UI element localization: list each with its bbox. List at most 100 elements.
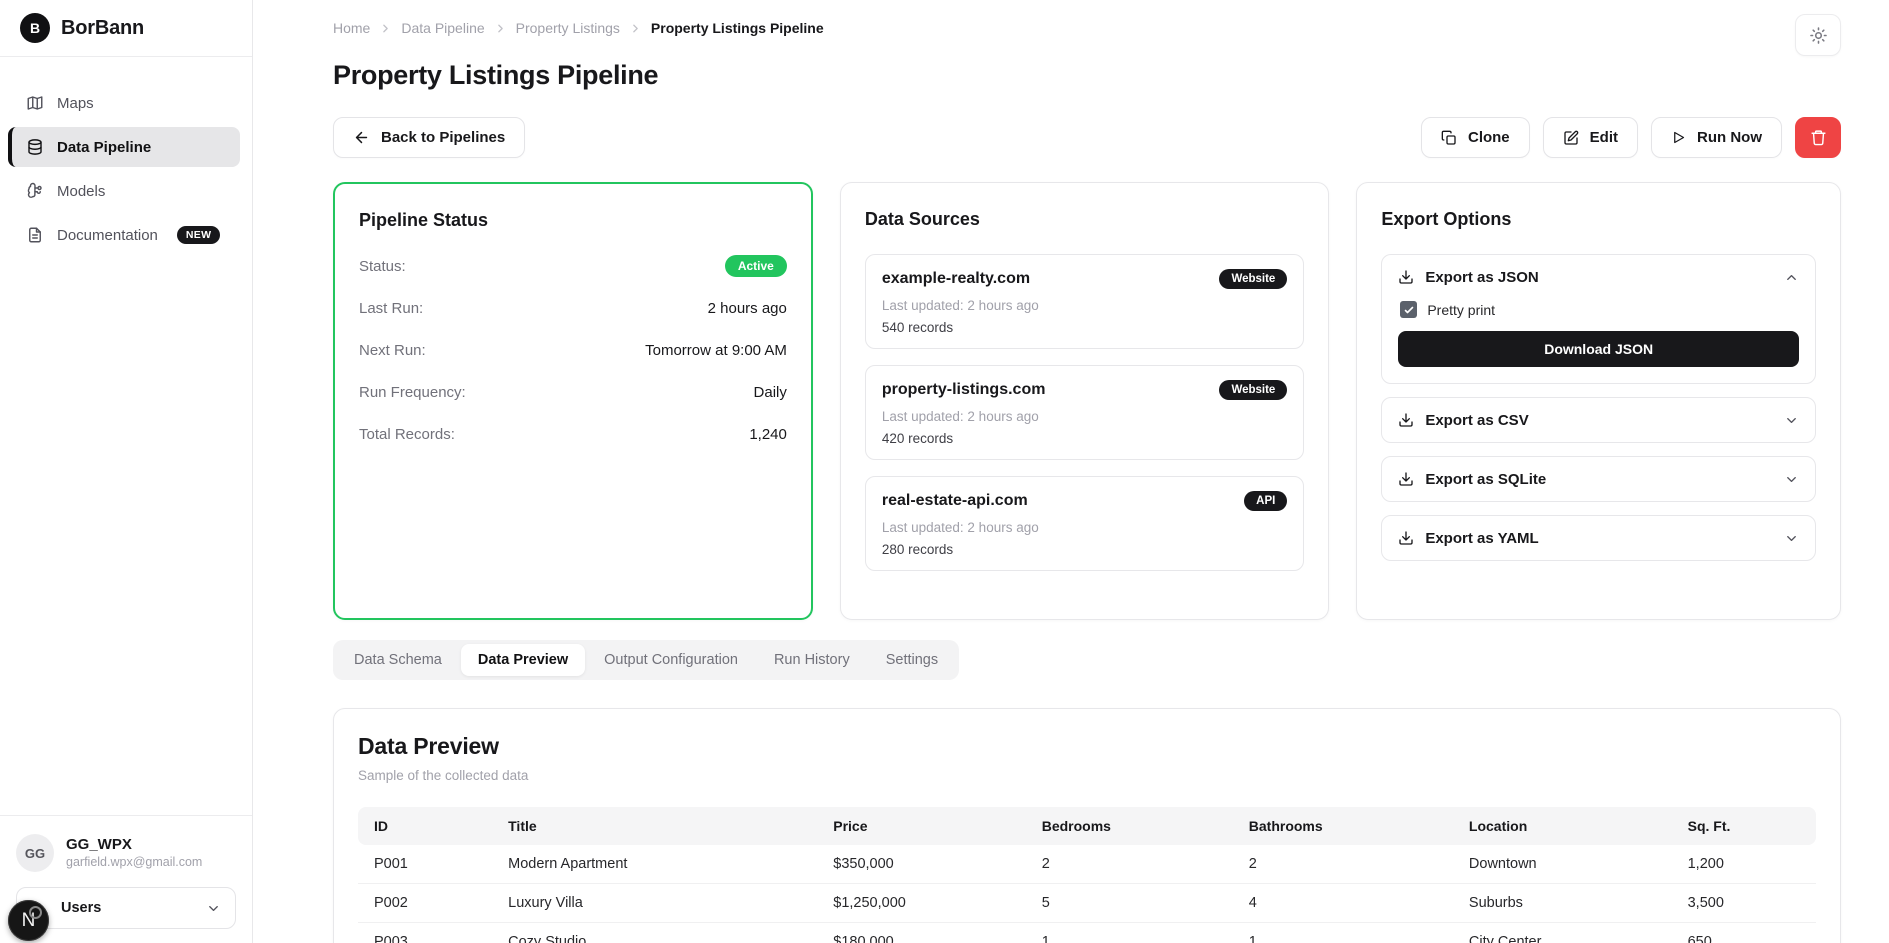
last-run-label: Last Run: <box>359 300 423 317</box>
sidebar-item-label: Maps <box>57 95 94 112</box>
clone-button[interactable]: Clone <box>1421 117 1530 158</box>
chevron-up-icon <box>1784 270 1799 285</box>
export-json-label: Export as JSON <box>1425 269 1538 286</box>
users-select[interactable]: Users <box>16 887 236 929</box>
app-name: BorBann <box>61 17 144 40</box>
export-options-title: Export Options <box>1381 209 1816 230</box>
pipeline-actions: Clone Edit Run Now <box>1421 117 1841 158</box>
export-json-accordion: Export as JSON Pretty print Download JSO… <box>1381 254 1816 384</box>
trash-icon <box>1810 129 1827 146</box>
arrow-left-icon <box>353 129 370 146</box>
main-content: Home Data Pipeline Property Listings Pro… <box>253 0 1889 943</box>
export-sqlite-label: Export as SQLite <box>1425 471 1546 488</box>
download-icon <box>1398 412 1414 428</box>
cell-id: P002 <box>358 884 492 923</box>
chevron-down-icon <box>206 901 221 916</box>
cell-bathrooms: 4 <box>1233 884 1453 923</box>
export-json-body: Pretty print Download JSON <box>1398 299 1799 383</box>
source-updated: Last updated: 2 hours ago <box>882 409 1287 424</box>
pipeline-tabs: Data Schema Data Preview Output Configur… <box>333 640 959 680</box>
delete-button[interactable] <box>1795 117 1841 158</box>
table-row: P001 Modern Apartment $350,000 2 2 Downt… <box>358 845 1816 884</box>
source-item[interactable]: property-listings.com Website Last updat… <box>865 365 1304 460</box>
cell-sqft: 1,200 <box>1672 845 1816 884</box>
data-sources-card: Data Sources example-realty.com Website … <box>840 182 1329 620</box>
sidebar-item-maps[interactable]: Maps <box>8 83 240 123</box>
tab-output-configuration[interactable]: Output Configuration <box>587 644 755 676</box>
breadcrumb-separator-icon <box>379 22 392 35</box>
sidebar-item-label: Documentation <box>57 227 158 244</box>
clone-button-label: Clone <box>1468 129 1510 146</box>
sidebar-nav: Maps Data Pipeline Models Documentation … <box>0 57 252 815</box>
sidebar-item-models[interactable]: Models <box>8 171 240 211</box>
download-icon <box>1398 471 1414 487</box>
users-select-value: Users <box>61 900 101 916</box>
topbar: Home Data Pipeline Property Listings Pro… <box>333 14 1841 58</box>
column-header-location: Location <box>1453 807 1672 845</box>
tab-data-preview[interactable]: Data Preview <box>461 644 585 676</box>
pretty-print-option[interactable]: Pretty print <box>1400 301 1799 318</box>
user-identity: GG_WPX garfield.wpx@gmail.com <box>66 836 202 871</box>
source-type-badge: Website <box>1219 380 1287 400</box>
action-row: Back to Pipelines Clone Edit Run Now <box>333 117 1841 158</box>
tab-data-schema[interactable]: Data Schema <box>337 644 459 676</box>
chevron-down-icon <box>1784 531 1799 546</box>
export-csv-header[interactable]: Export as CSV <box>1398 398 1799 442</box>
pretty-print-label: Pretty print <box>1427 302 1495 318</box>
export-sqlite-header[interactable]: Export as SQLite <box>1398 457 1799 501</box>
status-row: Total Records: 1,240 <box>359 423 787 445</box>
sidebar-item-label: Data Pipeline <box>57 139 151 156</box>
export-yaml-header[interactable]: Export as YAML <box>1398 516 1799 560</box>
nextjs-dev-badge-letter: N <box>22 910 36 932</box>
cell-id: P001 <box>358 845 492 884</box>
breadcrumb-separator-icon <box>494 22 507 35</box>
cell-title: Cozy Studio <box>492 923 817 943</box>
cell-sqft: 650 <box>1672 923 1816 943</box>
source-name: real-estate-api.com <box>882 492 1028 510</box>
source-updated: Last updated: 2 hours ago <box>882 520 1287 535</box>
avatar: GG <box>16 834 54 872</box>
app-brand: B BorBann <box>0 0 252 57</box>
copy-icon <box>1441 130 1457 146</box>
next-run-label: Next Run: <box>359 342 426 359</box>
nextjs-dev-badge[interactable]: N <box>8 900 49 941</box>
data-preview-subtitle: Sample of the collected data <box>358 768 1816 783</box>
table-row: P002 Luxury Villa $1,250,000 5 4 Suburbs… <box>358 884 1816 923</box>
edit-button[interactable]: Edit <box>1543 117 1638 158</box>
export-json-header[interactable]: Export as JSON <box>1398 255 1799 299</box>
cell-location: Suburbs <box>1453 884 1672 923</box>
download-json-button[interactable]: Download JSON <box>1398 331 1799 367</box>
status-badge: Active <box>725 255 787 277</box>
sidebar-item-data-pipeline[interactable]: Data Pipeline <box>8 127 240 167</box>
theme-toggle-button[interactable] <box>1795 14 1841 56</box>
cell-bedrooms: 5 <box>1026 884 1233 923</box>
checkbox-checked-icon[interactable] <box>1400 301 1417 318</box>
document-icon <box>26 226 44 244</box>
play-icon <box>1671 130 1686 145</box>
breadcrumb-home[interactable]: Home <box>333 20 370 36</box>
table-row: P003 Cozy Studio $180,000 1 1 City Cente… <box>358 923 1816 943</box>
source-item[interactable]: example-realty.com Website Last updated:… <box>865 254 1304 349</box>
breadcrumb-property-listings[interactable]: Property Listings <box>516 20 620 36</box>
breadcrumb-data-pipeline[interactable]: Data Pipeline <box>401 20 484 36</box>
cell-price: $1,250,000 <box>817 884 1025 923</box>
app-logo: B <box>20 13 50 43</box>
column-header-id: ID <box>358 807 492 845</box>
page-title: Property Listings Pipeline <box>333 60 1841 91</box>
export-sqlite-accordion: Export as SQLite <box>1381 456 1816 502</box>
back-to-pipelines-button[interactable]: Back to Pipelines <box>333 117 525 158</box>
run-frequency-value: Daily <box>754 384 787 401</box>
data-preview-table: ID Title Price Bedrooms Bathrooms Locati… <box>358 807 1816 943</box>
sidebar-item-documentation[interactable]: Documentation NEW <box>8 215 240 255</box>
export-csv-accordion: Export as CSV <box>1381 397 1816 443</box>
new-badge: NEW <box>177 226 220 244</box>
run-now-button[interactable]: Run Now <box>1651 117 1782 158</box>
cell-bedrooms: 2 <box>1026 845 1233 884</box>
source-item[interactable]: real-estate-api.com API Last updated: 2 … <box>865 476 1304 571</box>
breadcrumb: Home Data Pipeline Property Listings Pro… <box>333 14 824 36</box>
avatar-initials: GG <box>25 846 45 861</box>
tab-settings[interactable]: Settings <box>869 644 955 676</box>
user-profile[interactable]: GG GG_WPX garfield.wpx@gmail.com <box>16 834 236 872</box>
source-head: example-realty.com Website <box>882 269 1287 289</box>
tab-run-history[interactable]: Run History <box>757 644 867 676</box>
